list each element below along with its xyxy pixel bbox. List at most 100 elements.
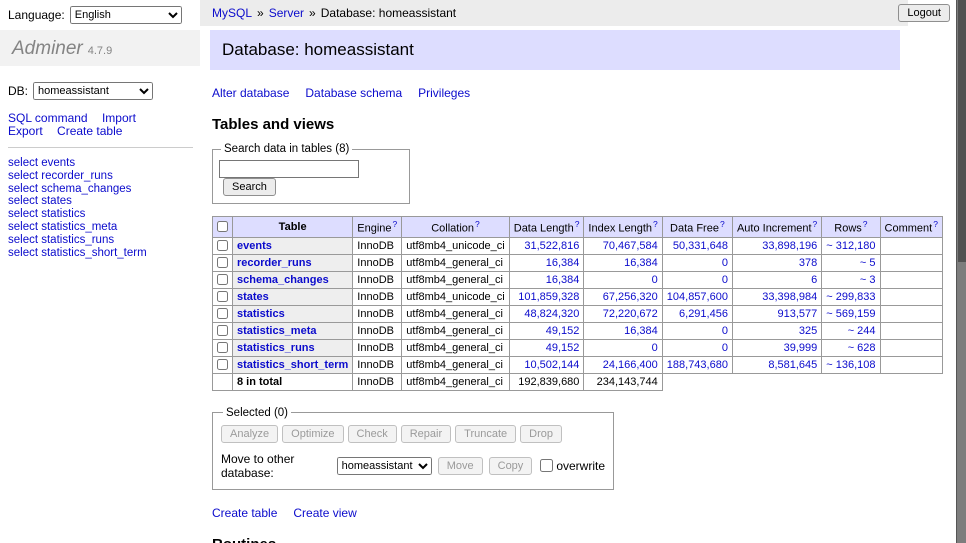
drop-button[interactable]: Drop: [520, 425, 562, 443]
breadcrumb-mysql-link[interactable]: MySQL: [212, 6, 252, 20]
rows-count-link[interactable]: ~ 136,108: [826, 359, 875, 371]
sidebar-table-link[interactable]: select statistics_meta: [8, 221, 117, 233]
data-free-link[interactable]: 50,331,648: [673, 240, 728, 252]
help-icon[interactable]: ?: [393, 219, 398, 229]
index-length-link[interactable]: 72,220,672: [603, 308, 658, 320]
scrollbar-thumb[interactable]: [958, 0, 966, 262]
help-icon[interactable]: ?: [575, 219, 580, 229]
table-name-link[interactable]: statistics_meta: [237, 325, 317, 337]
index-length-link[interactable]: 24,166,400: [603, 359, 658, 371]
sql-command-link[interactable]: SQL command: [8, 111, 88, 125]
move-db-select[interactable]: homeassistant: [337, 457, 432, 475]
move-button[interactable]: Move: [438, 457, 483, 475]
index-length-link[interactable]: 70,467,584: [603, 240, 658, 252]
sidebar-table-link[interactable]: select events: [8, 157, 75, 169]
sidebar-table-link[interactable]: select statistics: [8, 208, 85, 220]
data-free-link[interactable]: 0: [722, 274, 728, 286]
adminer-logo[interactable]: Adminer4.7.9: [0, 30, 200, 66]
rows-count-link[interactable]: ~ 5: [860, 257, 876, 269]
row-checkbox[interactable]: [217, 274, 228, 285]
data-free-link[interactable]: 0: [722, 257, 728, 269]
auto-increment-link[interactable]: 33,398,984: [762, 291, 817, 303]
row-checkbox[interactable]: [217, 308, 228, 319]
row-checkbox[interactable]: [217, 342, 228, 353]
db-select[interactable]: homeassistant: [33, 82, 153, 100]
data-free-link[interactable]: 104,857,600: [667, 291, 728, 303]
analyze-button[interactable]: Analyze: [221, 425, 278, 443]
search-input[interactable]: [219, 160, 359, 178]
help-icon[interactable]: ?: [475, 219, 480, 229]
import-link[interactable]: Import: [102, 111, 136, 125]
row-checkbox[interactable]: [217, 240, 228, 251]
export-link[interactable]: Export: [8, 124, 43, 138]
breadcrumb-server-link[interactable]: Server: [269, 6, 304, 20]
data-free-link[interactable]: 0: [722, 325, 728, 337]
table-name-link[interactable]: recorder_runs: [237, 257, 312, 269]
data-length-link[interactable]: 31,522,816: [524, 240, 579, 252]
data-length-link[interactable]: 49,152: [546, 342, 580, 354]
index-length-link[interactable]: 16,384: [624, 325, 658, 337]
data-length-link[interactable]: 48,824,320: [524, 308, 579, 320]
truncate-button[interactable]: Truncate: [455, 425, 516, 443]
data-length-link[interactable]: 16,384: [546, 257, 580, 269]
help-icon[interactable]: ?: [813, 219, 818, 229]
data-length-link[interactable]: 49,152: [546, 325, 580, 337]
rows-count-link[interactable]: ~ 3: [860, 274, 876, 286]
row-checkbox[interactable]: [217, 359, 228, 370]
table-name-link[interactable]: events: [237, 240, 272, 252]
sidebar-table-link[interactable]: select statistics_short_term: [8, 247, 147, 259]
language-select[interactable]: English: [70, 6, 182, 24]
index-length-link[interactable]: 0: [652, 274, 658, 286]
auto-increment-link[interactable]: 378: [799, 257, 817, 269]
alter-database-link[interactable]: Alter database: [212, 86, 289, 100]
create-view-link[interactable]: Create view: [293, 506, 356, 520]
rows-count-link[interactable]: ~ 244: [848, 325, 876, 337]
index-length-link[interactable]: 0: [652, 342, 658, 354]
database-schema-link[interactable]: Database schema: [305, 86, 402, 100]
help-icon[interactable]: ?: [933, 219, 938, 229]
help-icon[interactable]: ?: [863, 219, 868, 229]
data-length-link[interactable]: 10,502,144: [524, 359, 579, 371]
rows-count-link[interactable]: ~ 312,180: [826, 240, 875, 252]
auto-increment-link[interactable]: 6: [811, 274, 817, 286]
data-length-link[interactable]: 101,859,328: [518, 291, 579, 303]
table-name-link[interactable]: statistics_short_term: [237, 359, 348, 371]
auto-increment-link[interactable]: 33,898,196: [762, 240, 817, 252]
auto-increment-link[interactable]: 39,999: [784, 342, 818, 354]
rows-count-link[interactable]: ~ 299,833: [826, 291, 875, 303]
vertical-scrollbar[interactable]: [956, 0, 966, 543]
check-button[interactable]: Check: [348, 425, 397, 443]
row-checkbox[interactable]: [217, 325, 228, 336]
optimize-button[interactable]: Optimize: [282, 425, 343, 443]
index-length-link[interactable]: 16,384: [624, 257, 658, 269]
repair-button[interactable]: Repair: [401, 425, 451, 443]
sidebar-table-link[interactable]: select states: [8, 195, 72, 207]
row-checkbox[interactable]: [217, 257, 228, 268]
create-table-link[interactable]: Create table: [212, 506, 277, 520]
privileges-link[interactable]: Privileges: [418, 86, 470, 100]
data-length-link[interactable]: 16,384: [546, 274, 580, 286]
select-all-checkbox[interactable]: [217, 221, 228, 232]
table-name-link[interactable]: statistics: [237, 308, 285, 320]
auto-increment-link[interactable]: 325: [799, 325, 817, 337]
data-free-link[interactable]: 0: [722, 342, 728, 354]
sidebar-table-link[interactable]: select recorder_runs: [8, 170, 113, 182]
search-button[interactable]: Search: [223, 178, 276, 196]
rows-count-link[interactable]: ~ 628: [848, 342, 876, 354]
sidebar-table-link[interactable]: select schema_changes: [8, 183, 131, 195]
help-icon[interactable]: ?: [653, 219, 658, 229]
data-free-link[interactable]: 6,291,456: [679, 308, 728, 320]
sidebar-table-link[interactable]: select statistics_runs: [8, 234, 114, 246]
auto-increment-link[interactable]: 8,581,645: [768, 359, 817, 371]
table-name-link[interactable]: states: [237, 291, 269, 303]
table-name-link[interactable]: statistics_runs: [237, 342, 315, 354]
index-length-link[interactable]: 67,256,320: [603, 291, 658, 303]
table-name-link[interactable]: schema_changes: [237, 274, 329, 286]
row-checkbox[interactable]: [217, 291, 228, 302]
overwrite-checkbox[interactable]: [540, 459, 553, 472]
auto-increment-link[interactable]: 913,577: [778, 308, 818, 320]
copy-button[interactable]: Copy: [489, 457, 533, 475]
create-table-link-sidebar[interactable]: Create table: [57, 124, 122, 138]
data-free-link[interactable]: 188,743,680: [667, 359, 728, 371]
rows-count-link[interactable]: ~ 569,159: [826, 308, 875, 320]
